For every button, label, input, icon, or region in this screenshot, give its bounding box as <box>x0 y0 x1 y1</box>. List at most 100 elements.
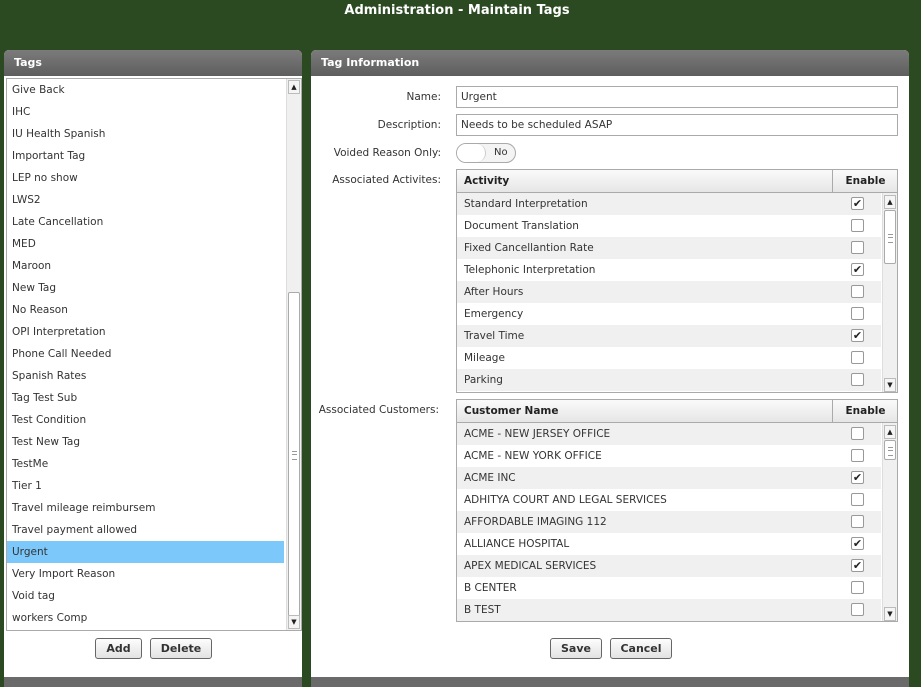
customers-scroll-thumb[interactable] <box>884 440 896 460</box>
arrow-down-icon[interactable]: ▼ <box>884 607 896 621</box>
tag-list-item[interactable]: MED <box>7 233 284 255</box>
table-row[interactable]: APEX MEDICAL SERVICES ✔ <box>457 555 881 577</box>
enable-column-header[interactable]: Enable <box>832 400 897 422</box>
tag-list-item[interactable]: Spanish Rates <box>7 365 284 387</box>
tag-list-item[interactable]: workers Comp <box>7 607 284 629</box>
enable-checkbox[interactable] <box>851 241 864 254</box>
table-row[interactable]: Travel Time ✔ <box>457 325 881 347</box>
table-row[interactable]: After Hours <box>457 281 881 303</box>
checkmark-icon: ✔ <box>852 197 863 210</box>
enable-checkbox[interactable] <box>851 307 864 320</box>
table-row[interactable]: Standard Interpretation ✔ <box>457 193 881 215</box>
activities-scroll-thumb[interactable] <box>884 210 896 264</box>
arrow-up-icon[interactable]: ▲ <box>884 195 896 209</box>
customers-scrollbar[interactable]: ▲ ▼ <box>882 423 897 621</box>
activities-grid-header: Activity Enable <box>457 170 897 193</box>
checkmark-icon: ✔ <box>852 329 863 342</box>
row-name: Standard Interpretation <box>464 198 588 210</box>
table-row[interactable]: Telephonic Interpretation ✔ <box>457 259 881 281</box>
enable-checkbox[interactable] <box>851 285 864 298</box>
row-name: ALLIANCE HOSPITAL <box>464 538 570 550</box>
tag-list-item[interactable]: Maroon <box>7 255 284 277</box>
tag-list-item[interactable]: Test Condition <box>7 409 284 431</box>
row-name: ACME - NEW JERSEY OFFICE <box>464 428 611 440</box>
grip-icon <box>888 447 893 456</box>
activity-column-header[interactable]: Activity <box>464 170 509 192</box>
arrow-down-icon[interactable]: ▼ <box>288 615 300 629</box>
enable-checkbox[interactable] <box>851 427 864 440</box>
tag-list-item[interactable]: TestMe <box>7 453 284 475</box>
activities-scrollbar[interactable]: ▲ ▼ <box>882 193 897 392</box>
tag-list-scroll-thumb[interactable] <box>288 292 300 618</box>
tag-list-item[interactable]: Very Import Reason <box>7 563 284 585</box>
enable-checkbox[interactable] <box>851 581 864 594</box>
tag-list-item[interactable]: Give Back <box>7 79 284 101</box>
tag-list-item[interactable]: Phone Call Needed <box>7 343 284 365</box>
enable-column-header[interactable]: Enable <box>832 170 897 192</box>
enable-checkbox[interactable] <box>851 515 864 528</box>
tag-list-item[interactable]: LWS2 <box>7 189 284 211</box>
enable-checkbox[interactable] <box>851 603 864 616</box>
voided-reason-label: Voided Reason Only: <box>333 147 441 159</box>
enable-checkbox[interactable]: ✔ <box>851 537 864 550</box>
tag-list-item[interactable]: OPI Interpretation <box>7 321 284 343</box>
delete-button[interactable]: Delete <box>150 638 212 659</box>
row-name: Document Translation <box>464 220 579 232</box>
enable-checkbox[interactable] <box>851 351 864 364</box>
table-row[interactable]: Emergency <box>457 303 881 325</box>
tag-list[interactable]: Give Back IHC IU Health Spanish Important T… <box>6 78 302 631</box>
table-row[interactable]: ACME INC ✔ <box>457 467 881 489</box>
tag-list-item[interactable]: New Tag <box>7 277 284 299</box>
tag-list-item[interactable]: LEP no show <box>7 167 284 189</box>
tag-list-item[interactable]: No Reason <box>7 299 284 321</box>
table-row[interactable]: Document Translation <box>457 215 881 237</box>
tag-list-item[interactable]: IU Health Spanish <box>7 123 284 145</box>
tags-panel-header: Tags <box>4 50 302 76</box>
table-row[interactable]: Mileage <box>457 347 881 369</box>
description-input[interactable] <box>456 114 898 136</box>
tag-list-item[interactable]: Late Cancellation <box>7 211 284 233</box>
customer-rows: ACME - NEW JERSEY OFFICE ACME - NEW YORK … <box>457 423 897 621</box>
enable-checkbox[interactable] <box>851 373 864 386</box>
tag-list-scrollbar[interactable]: ▲ ▼ <box>286 79 301 630</box>
table-row[interactable]: Parking <box>457 369 881 391</box>
arrow-up-icon[interactable]: ▲ <box>288 80 300 94</box>
enable-checkbox[interactable] <box>851 449 864 462</box>
tag-list-item[interactable]: IHC <box>7 101 284 123</box>
enable-checkbox[interactable]: ✔ <box>851 263 864 276</box>
tag-list-item[interactable]: Important Tag <box>7 145 284 167</box>
tag-list-item[interactable]: Tier 1 <box>7 475 284 497</box>
add-button[interactable]: Add <box>95 638 142 659</box>
table-row[interactable]: B TEST <box>457 599 881 621</box>
table-row[interactable]: ACME - NEW JERSEY OFFICE <box>457 423 881 445</box>
row-name: ADHITYA COURT AND LEGAL SERVICES <box>464 494 667 506</box>
customer-name-column-header[interactable]: Customer Name <box>464 400 559 422</box>
enable-checkbox[interactable]: ✔ <box>851 329 864 342</box>
table-row[interactable]: Fixed Cancellantion Rate <box>457 237 881 259</box>
tag-list-item[interactable]: Tag Test Sub <box>7 387 284 409</box>
table-row[interactable]: ACME - NEW YORK OFFICE <box>457 445 881 467</box>
tag-list-item[interactable]: Travel mileage reimbursem <box>7 497 284 519</box>
table-row[interactable]: ALLIANCE HOSPITAL ✔ <box>457 533 881 555</box>
save-button[interactable]: Save <box>550 638 602 659</box>
tag-list-item[interactable]: Void tag <box>7 585 284 607</box>
enable-checkbox[interactable] <box>851 493 864 506</box>
tag-list-item[interactable]: Urgent <box>7 541 284 563</box>
row-name: Mileage <box>464 352 505 364</box>
tag-list-item[interactable]: Test New Tag <box>7 431 284 453</box>
arrow-down-icon[interactable]: ▼ <box>884 378 896 392</box>
table-row[interactable]: B CENTER <box>457 577 881 599</box>
table-row[interactable]: ADHITYA COURT AND LEGAL SERVICES <box>457 489 881 511</box>
enable-checkbox[interactable]: ✔ <box>851 197 864 210</box>
name-input[interactable] <box>456 86 898 108</box>
checkmark-icon: ✔ <box>852 537 863 550</box>
enable-checkbox[interactable]: ✔ <box>851 559 864 572</box>
table-row[interactable]: AFFORDABLE IMAGING 112 <box>457 511 881 533</box>
cancel-button[interactable]: Cancel <box>610 638 672 659</box>
enable-checkbox[interactable]: ✔ <box>851 471 864 484</box>
voided-reason-toggle[interactable]: No <box>456 143 516 163</box>
enable-checkbox[interactable] <box>851 219 864 232</box>
arrow-up-icon[interactable]: ▲ <box>884 425 896 439</box>
customers-grid-header: Customer Name Enable <box>457 400 897 423</box>
tag-list-item[interactable]: Travel payment allowed <box>7 519 284 541</box>
